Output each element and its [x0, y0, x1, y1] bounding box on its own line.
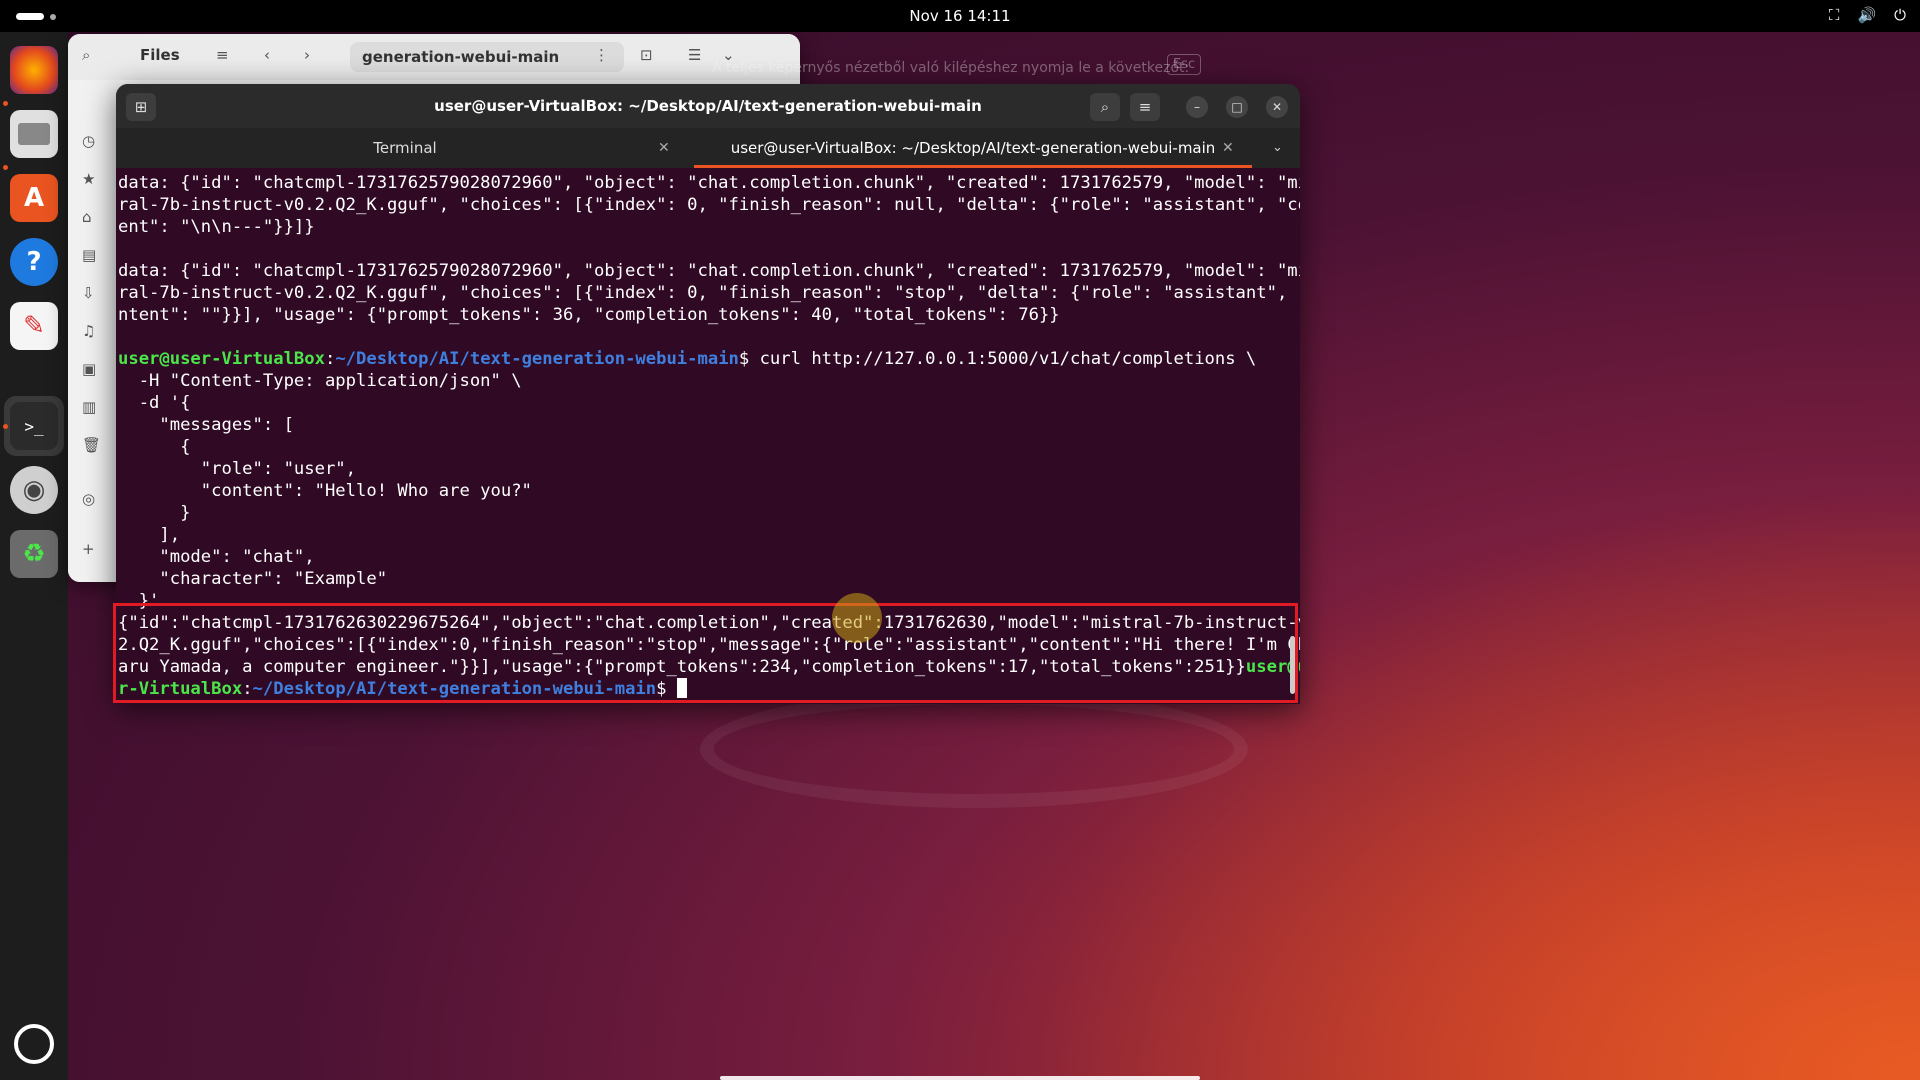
list-view-icon[interactable]: ☰	[688, 46, 701, 64]
menu-icon[interactable]: ≡	[216, 46, 229, 64]
text-editor-icon[interactable]: ✎	[10, 302, 58, 350]
dock-running-indicator	[3, 165, 8, 170]
trash-icon[interactable]: ♻	[10, 530, 58, 578]
firefox-icon[interactable]	[10, 46, 58, 94]
top-bar: Nov 16 14:11 ⛶ 🔊 ⏻	[0, 0, 1920, 32]
show-apps-icon[interactable]	[14, 1024, 54, 1064]
terminal-icon[interactable]: >_	[10, 402, 58, 450]
command-body-line: "character": "Example"	[118, 569, 388, 589]
dock-running-indicator	[3, 101, 8, 106]
tab-label: user@user-VirtualBox: ~/Desktop/AI/text-…	[730, 139, 1216, 157]
path-bar[interactable]: generation-webui-main	[350, 42, 624, 72]
trash-icon[interactable]: 🗑	[82, 436, 102, 456]
dock-running-indicator	[3, 424, 8, 429]
files-title: Files	[140, 46, 180, 64]
tabs-dropdown-icon[interactable]: ⌄	[1272, 128, 1283, 168]
downloads-icon[interactable]: ⇩	[82, 284, 102, 304]
tab-active[interactable]: user@user-VirtualBox: ~/Desktop/AI/text-…	[694, 128, 1252, 168]
minimize-icon[interactable]: –	[1186, 96, 1208, 118]
more-icon[interactable]: ⋮	[594, 46, 609, 64]
command-body-line: "role": "user",	[118, 459, 356, 479]
other-locations-icon[interactable]: ◎	[82, 490, 102, 510]
maximize-icon[interactable]: □	[1226, 96, 1248, 118]
output-line: data: {"id": "chatcmpl-17317625790280729…	[118, 173, 1300, 193]
esc-key-hint: Esc	[1167, 54, 1202, 75]
clock[interactable]: Nov 16 14:11	[0, 7, 1920, 25]
output-line: ntent": ""}}], "usage": {"prompt_tokens"…	[118, 305, 1060, 325]
command-body-line: "content": "Hello! Who are you?"	[118, 481, 532, 501]
disc-icon[interactable]: ◉	[10, 466, 58, 514]
app-center-icon[interactable]: A	[10, 174, 58, 222]
prompt-path: ~/Desktop/AI/text-generation-webui-main	[335, 349, 739, 369]
mouse-cursor-highlight	[832, 593, 882, 643]
close-icon[interactable]: ✕	[1266, 96, 1288, 118]
command-line: user@user-VirtualBox:~/Desktop/AI/text-g…	[118, 349, 1257, 369]
command-body-line: {	[118, 437, 191, 457]
path-label: generation-webui-main	[362, 48, 560, 66]
terminal-title: user@user-VirtualBox: ~/Desktop/AI/text-…	[434, 97, 982, 115]
system-tray[interactable]: ⛶ 🔊 ⏻	[1829, 6, 1906, 24]
camera-icon[interactable]: ⊡	[640, 46, 653, 64]
output-line: ral-7b-instruct-v0.2.Q2_K.gguf", "choice…	[118, 195, 1300, 215]
tab-label: Terminal	[373, 139, 437, 157]
files-sidebar: ◷ ★ ⌂ ▤ ⇩ ♫ ▣ ▥ 🗑 ◎ +	[68, 80, 120, 582]
add-icon[interactable]: +	[82, 540, 102, 560]
fullscreen-hint: A teljes képernyős nézetből való kilépés…	[712, 60, 1190, 76]
command-text: $ curl http://127.0.0.1:5000/v1/chat/com…	[738, 349, 1257, 369]
command-body-line: "messages": [	[118, 415, 294, 435]
close-tab-icon[interactable]: ✕	[658, 128, 670, 168]
prompt-user: user@user-VirtualBox	[118, 349, 325, 369]
command-body-line: "mode": "chat",	[118, 547, 315, 567]
folder-shape	[18, 123, 50, 145]
tab-terminal[interactable]: Terminal	[116, 128, 694, 168]
command-body-line: }	[118, 503, 191, 523]
close-tab-icon[interactable]: ✕	[1222, 128, 1234, 168]
home-icon[interactable]: ⌂	[82, 208, 102, 228]
command-body-line: ],	[118, 525, 181, 545]
music-icon[interactable]: ♫	[82, 322, 102, 342]
files-headerbar: ⌕ Files ≡ ‹ › generation-webui-main ⋮ ⊡ …	[68, 34, 800, 80]
dock: A ? ✎ >_ ◉ ♻	[0, 32, 68, 1080]
pictures-icon[interactable]: ▣	[82, 360, 102, 380]
videos-icon[interactable]: ▥	[82, 398, 102, 418]
back-icon[interactable]: ‹	[264, 46, 270, 64]
forward-icon[interactable]: ›	[304, 46, 310, 64]
output-line: ral-7b-instruct-v0.2.Q2_K.gguf", "choice…	[118, 283, 1300, 303]
recent-icon[interactable]: ◷	[82, 132, 102, 152]
menu-icon[interactable]: ≡	[1130, 93, 1160, 121]
command-body-line: -d '{	[118, 393, 191, 413]
network-icon[interactable]: ⛶	[1829, 6, 1840, 24]
active-tab-indicator	[694, 165, 1252, 168]
terminal-headerbar: ⊞ user@user-VirtualBox: ~/Desktop/AI/tex…	[116, 84, 1300, 128]
power-icon[interactable]: ⏻	[1894, 6, 1906, 24]
wallpaper-ring	[700, 690, 1248, 808]
help-icon[interactable]: ?	[10, 238, 58, 286]
highlight-box	[113, 603, 1298, 703]
files-icon[interactable]	[10, 110, 58, 158]
output-line: data: {"id": "chatcmpl-17317625790280729…	[118, 261, 1300, 281]
screen-bottom-edge	[720, 1076, 1200, 1080]
starred-icon[interactable]: ★	[82, 170, 102, 190]
volume-icon[interactable]: 🔊	[1857, 6, 1876, 24]
command-body-line: -H "Content-Type: application/json" \	[118, 371, 522, 391]
search-icon[interactable]: ⌕	[82, 46, 90, 64]
tab-bar: Terminal ✕ user@user-VirtualBox: ~/Deskt…	[116, 128, 1300, 168]
documents-icon[interactable]: ▤	[82, 246, 102, 266]
search-icon[interactable]: ⌕	[1090, 93, 1120, 121]
output-line: ent": "\n\n---"}}]}	[118, 217, 315, 237]
